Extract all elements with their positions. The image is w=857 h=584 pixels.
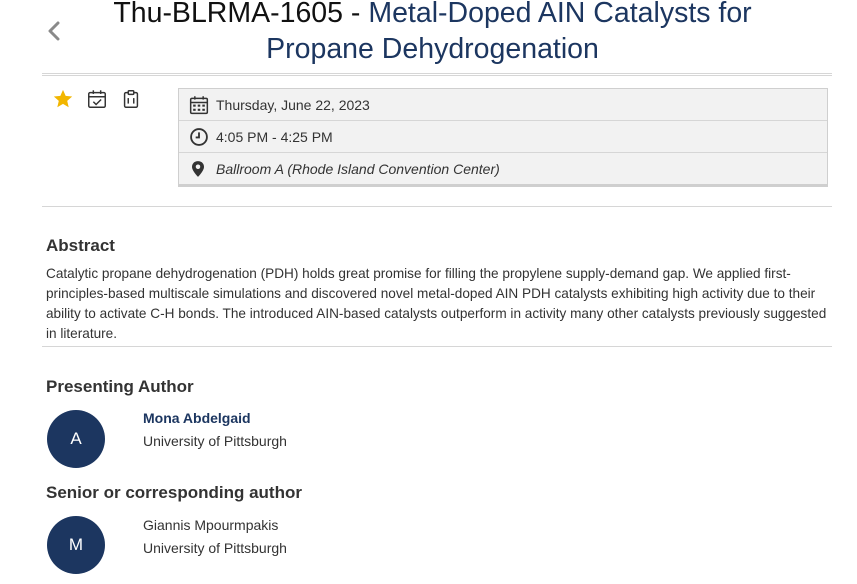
author-affiliation: University of Pittsburgh — [143, 433, 287, 449]
page-title: Thu-BLRMA-1605 - Metal-Doped AIN Catalys… — [70, 0, 795, 67]
action-icons — [52, 88, 142, 110]
date-row: Thursday, June 22, 2023 — [179, 89, 827, 121]
time-row: 4:05 PM - 4:25 PM — [179, 121, 827, 153]
star-icon[interactable] — [52, 88, 74, 110]
title-divider — [42, 73, 832, 74]
author-affiliation: University of Pittsburgh — [143, 540, 287, 556]
map-pin-icon — [189, 158, 211, 180]
session-date: Thursday, June 22, 2023 — [216, 96, 370, 113]
abstract-heading: Abstract — [46, 236, 115, 255]
author-name[interactable]: Mona Abdelgaid — [143, 407, 287, 430]
avatar: A — [47, 410, 105, 468]
info-divider — [42, 206, 832, 207]
title-divider-2 — [42, 75, 832, 76]
session-code: Thu-BLRMA-1605 - — [113, 0, 369, 29]
clipboard-icon[interactable] — [120, 88, 142, 110]
clock-icon — [189, 126, 211, 148]
back-button[interactable] — [44, 20, 64, 46]
calendar-check-icon[interactable] — [86, 88, 108, 110]
abstract-divider — [42, 346, 832, 347]
senior-author: Giannis Mpourmpakis University of Pittsb… — [143, 514, 287, 560]
presenting-author: Mona Abdelgaid University of Pittsburgh — [143, 407, 287, 453]
session-time: 4:05 PM - 4:25 PM — [216, 128, 333, 145]
presenting-author-heading: Presenting Author — [46, 377, 194, 396]
location-row: Ballroom A (Rhode Island Convention Cent… — [179, 153, 827, 184]
calendar-icon — [189, 94, 211, 116]
session-location: Ballroom A (Rhode Island Convention Cent… — [216, 160, 500, 177]
senior-author-heading: Senior or corresponding author — [46, 483, 302, 502]
session-info-box: Thursday, June 22, 2023 4:05 PM - 4:25 P… — [178, 88, 828, 187]
avatar: M — [47, 516, 105, 574]
chevron-left-icon — [47, 21, 61, 45]
author-name: Giannis Mpourmpakis — [143, 517, 279, 533]
abstract-text: Catalytic propane dehydrogenation (PDH) … — [46, 266, 827, 341]
